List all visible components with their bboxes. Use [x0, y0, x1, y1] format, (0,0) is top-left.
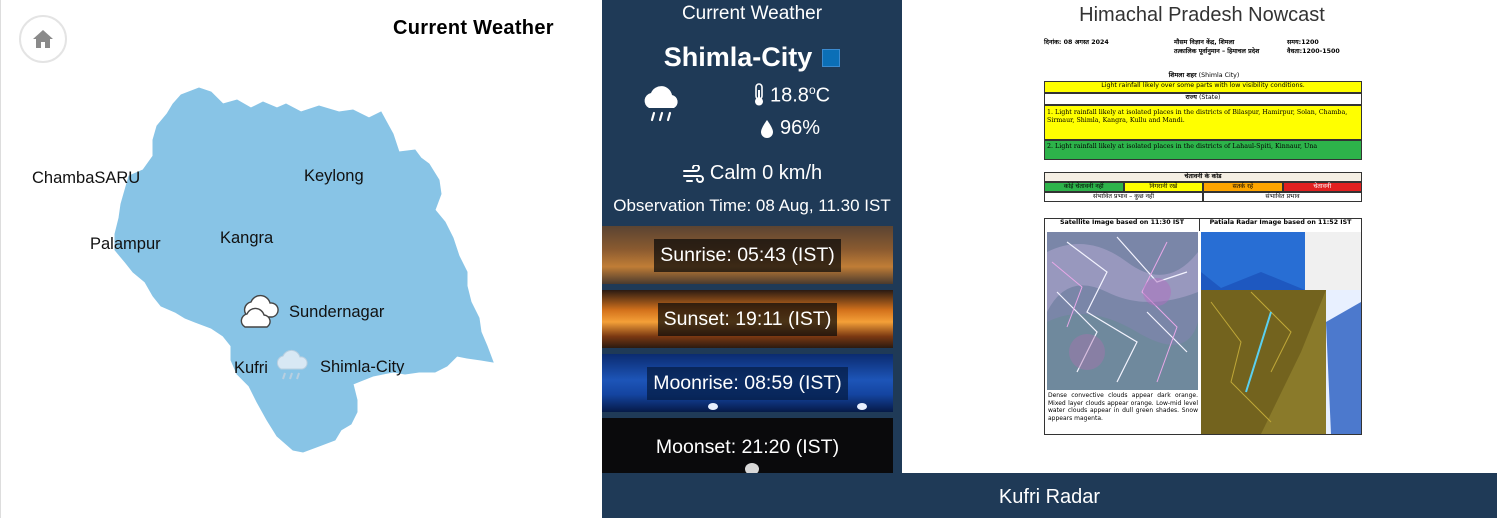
kufri-radar-bar[interactable]: Kufri Radar	[602, 473, 1497, 518]
cloud-icon[interactable]	[237, 289, 283, 333]
impact-left: संभावित प्रभाव – कुछ नहीं	[1044, 192, 1203, 202]
place-kangra[interactable]: Kangra	[220, 229, 273, 248]
satellite-caption: Satellite Image based on 11:30 IST	[1045, 219, 1200, 231]
moonrise-card: Moonrise: 08:59 (IST)	[602, 354, 893, 412]
state-section-heading: राज्य (State)	[1044, 93, 1362, 105]
nowcast-center-2: तत्कालिक पूर्वानुमान – हिमाचल प्रदेश	[1174, 48, 1260, 55]
nowcast-panel: Himachal Pradesh Nowcast दिनांक: 08 अगस्…	[902, 0, 1497, 473]
moon-glow	[857, 403, 867, 410]
sunrise-label: Sunrise: 05:43 (IST)	[654, 238, 841, 272]
satellite-image[interactable]	[1047, 232, 1198, 390]
droplet-icon	[761, 119, 773, 138]
impact-right: संभावित प्रभाव	[1203, 192, 1362, 202]
sunset-label: Sunset: 19:11 (IST)	[657, 302, 838, 336]
current-weather-heading: Current Weather	[681, 3, 823, 24]
place-keylong[interactable]: Keylong	[304, 167, 364, 186]
imagery-block: Satellite Image based on 11:30 IST Patia…	[1044, 218, 1362, 435]
state-forecast-1: 1. Light rainfall likely at isolated pla…	[1044, 105, 1362, 140]
city-name: Shimla-City	[663, 42, 813, 72]
kufri-radar-title: Kufri Radar	[998, 486, 1101, 508]
wind-row: Calm 0 km/h	[602, 162, 902, 185]
humidity-row: 96%	[760, 117, 820, 140]
wind-value: Calm 0 km/h	[709, 162, 823, 184]
sunset-card: Sunset: 19:11 (IST)	[602, 290, 893, 348]
moon-glow	[708, 403, 718, 410]
map-panel: Current Weather ChambaSARU Keylong Palam…	[0, 0, 602, 518]
radar-caption: Patiala Radar Image based on 11:52 IST	[1209, 219, 1352, 226]
city-section-heading: शिमला शहर (Shimla City)	[1168, 72, 1240, 79]
place-sundernagar[interactable]: Sundernagar	[289, 303, 384, 322]
warning-code-yellow: निगरानी रखें	[1123, 182, 1203, 192]
sunrise-card: Sunrise: 05:43 (IST)	[602, 226, 893, 284]
wind-icon	[682, 164, 704, 183]
warning-code-red: चेतावनी	[1282, 182, 1362, 192]
satellite-note: Dense convective clouds appear dark oran…	[1048, 392, 1198, 422]
city-forecast: Light rainfall likely over some parts wi…	[1044, 81, 1362, 93]
state-outline	[114, 87, 494, 453]
nowcast-time: समय:1200	[1287, 39, 1319, 46]
place-palampur[interactable]: Palampur	[90, 235, 161, 254]
warning-code-orange: सतर्क रहें	[1203, 182, 1283, 192]
state-forecast-2: 2. Light rainfall likely at isolated pla…	[1044, 140, 1362, 160]
humidity-value: 96%	[780, 117, 821, 139]
nowcast-date: दिनांक: 08 अगस्त 2024	[1044, 39, 1109, 46]
city-marker	[822, 48, 841, 67]
thermometer-icon	[755, 83, 763, 106]
moonset-card: Moonset: 21:20 (IST)	[602, 418, 893, 476]
place-shimla-city[interactable]: Shimla-City	[320, 358, 404, 377]
nowcast-validity: वैधता:1200-1500	[1287, 48, 1340, 55]
nowcast-title: Himachal Pradesh Nowcast	[1079, 4, 1325, 26]
impact-row: संभावित प्रभाव – कुछ नहीं संभावित प्रभाव	[1044, 192, 1362, 202]
cloud-rain-icon[interactable]	[273, 347, 311, 385]
nowcast-document[interactable]: दिनांक: 08 अगस्त 2024 मौसम विज्ञान केंद्…	[1044, 36, 1364, 436]
cloud-rain-icon	[644, 86, 678, 122]
city-row: Shimla-City	[602, 42, 902, 73]
place-kufri[interactable]: Kufri	[234, 359, 268, 378]
temperature-row: 18.8oC	[752, 83, 830, 108]
warning-codes-row: कोई चेतावनी नहीं निगरानी रखें सतर्क रहें…	[1044, 182, 1362, 192]
warning-code-green: कोई चेतावनी नहीं	[1044, 182, 1124, 192]
nowcast-center-1: मौसम विज्ञान केंद्र, शिमला	[1174, 39, 1235, 46]
moonrise-label: Moonrise: 08:59 (IST)	[647, 366, 848, 400]
observation-time: Observation Time: 08 Aug, 11.30 IST	[613, 196, 891, 215]
moonset-label: Moonset: 21:20 (IST)	[655, 435, 840, 458]
place-chambasaru[interactable]: ChambaSARU	[32, 169, 140, 188]
radar-image[interactable]	[1201, 232, 1361, 434]
current-weather-panel: Current Weather Shimla-City 18.8oC 96% C…	[602, 0, 902, 518]
himachal-map[interactable]	[1, 0, 603, 518]
warning-codes-heading: चेतावनी के कोड	[1044, 172, 1362, 182]
temperature-value: 18.8oC	[770, 83, 831, 107]
